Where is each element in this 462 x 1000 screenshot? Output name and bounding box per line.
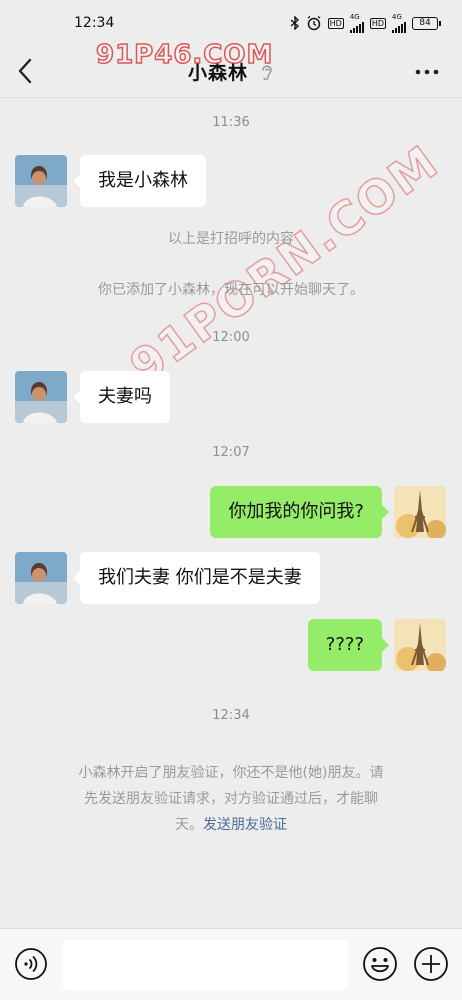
person-avatar-icon: [15, 155, 67, 207]
hd-badge: HD: [327, 17, 344, 29]
notice-line: 先发送朋友验证请求，对方验证通过后，才能聊: [84, 791, 378, 807]
send-verification-link[interactable]: 发送朋友验证: [203, 817, 287, 833]
notice-line: 天。: [175, 817, 203, 833]
notice-line-last: 天。发送朋友验证: [40, 812, 422, 838]
status-icons: HD 4G HD 4G 84: [290, 12, 441, 33]
avatar-self[interactable]: [394, 619, 446, 671]
message-bubble-sent[interactable]: 你加我的你问我?: [210, 486, 389, 538]
system-message: 以上是打招呼的内容: [168, 231, 294, 247]
more-dots-icon[interactable]: [412, 60, 442, 84]
status-bar: 12:34 HD 4G HD 4G 84: [0, 0, 462, 46]
avatar[interactable]: [15, 371, 67, 423]
avatar-self[interactable]: [394, 486, 446, 538]
ear-icon: [262, 65, 272, 80]
notice-line: 小森林开启了朋友验证，你还不是他(她)朋友。请: [78, 765, 384, 781]
timestamp: 12:00: [212, 330, 250, 345]
alarm-icon: [307, 15, 321, 31]
friend-verification-notice: 小森林开启了朋友验证，你还不是他(她)朋友。请 先发送朋友验证请求，对方验证通过…: [40, 760, 422, 838]
message-bubble[interactable]: 夫妻吗: [73, 371, 170, 423]
network-type-2: 4G: [392, 12, 402, 21]
network-type: 4G: [349, 12, 360, 21]
timestamp: 11:36: [212, 115, 250, 130]
emoji-icon[interactable]: [362, 946, 398, 982]
bluetooth-icon: [290, 16, 299, 30]
person-avatar-icon: [15, 552, 67, 604]
hd-badge-2: HD: [369, 17, 386, 29]
chat-header: 小森林: [0, 46, 462, 98]
chevron-left-icon[interactable]: [14, 56, 38, 86]
voice-icon[interactable]: [14, 947, 48, 981]
input-bar: [0, 928, 462, 1000]
message-bubble[interactable]: 我们夫妻 你们是不是夫妻: [73, 552, 320, 604]
system-message: 你已添加了小森林，现在可以开始聊天了。: [98, 282, 364, 298]
eiffel-tower-avatar-icon: [394, 486, 446, 538]
avatar[interactable]: [15, 552, 67, 604]
signal-icon: [349, 21, 364, 33]
person-avatar-icon: [15, 371, 67, 423]
timestamp: 12:34: [212, 708, 250, 723]
title-group: 小森林: [188, 58, 274, 85]
eiffel-tower-avatar-icon: [394, 619, 446, 671]
message-bubble[interactable]: 我是小森林: [73, 155, 206, 207]
avatar[interactable]: [15, 155, 67, 207]
battery-icon: 84: [412, 16, 441, 30]
chat-title: 小森林: [187, 62, 248, 84]
message-input[interactable]: [62, 940, 348, 990]
signal-icon-2: [392, 21, 406, 33]
status-time: 12:34: [74, 15, 115, 31]
plus-circle-icon[interactable]: [413, 946, 449, 982]
message-bubble-sent[interactable]: ????: [307, 619, 390, 671]
timestamp: 12:07: [212, 445, 250, 460]
